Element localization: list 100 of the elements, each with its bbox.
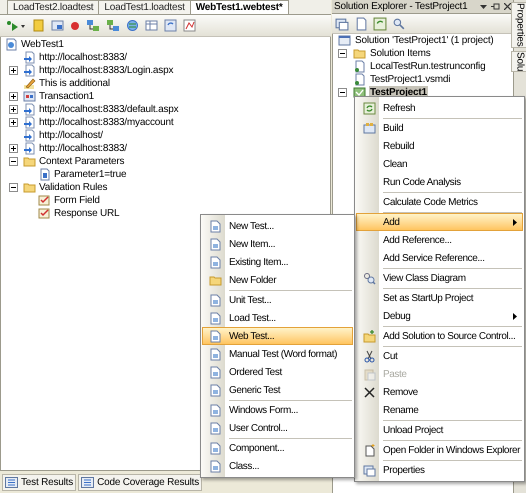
table-icon[interactable] xyxy=(145,19,158,32)
menu-item[interactable]: Web Test... xyxy=(202,327,353,345)
window-icon[interactable] xyxy=(51,19,64,32)
menu-item-label: View Class Diagram xyxy=(382,272,466,284)
menu-item[interactable]: Load Test... xyxy=(202,309,353,327)
menu-item[interactable]: Cut xyxy=(356,347,523,365)
menu-item-label: Rebuild xyxy=(382,140,414,152)
expand-icon[interactable] xyxy=(9,105,18,114)
document-icon xyxy=(208,238,222,250)
menu-item[interactable]: Run Code Analysis xyxy=(356,173,523,191)
menu-item[interactable]: View Class Diagram xyxy=(356,269,523,287)
tree-item[interactable]: This is additional xyxy=(36,77,110,90)
tree-item[interactable]: http://localhost:8383/ xyxy=(36,142,127,155)
menu-item-label: New Folder xyxy=(228,274,276,286)
menu-item[interactable]: Ordered Test xyxy=(202,363,353,381)
list-icon xyxy=(5,476,18,488)
tab-label: Test Results xyxy=(21,476,74,488)
menu-item[interactable]: Set as StartUp Project xyxy=(356,289,523,307)
tool-window-tab[interactable]: Code Coverage Results xyxy=(78,474,202,490)
menu-item[interactable]: Refresh xyxy=(356,99,523,117)
parameter-icon xyxy=(38,168,51,181)
properties-icon[interactable] xyxy=(335,16,349,30)
tree-item[interactable]: TestProject1.vsmdi xyxy=(369,73,452,86)
expand-icon[interactable] xyxy=(9,144,18,153)
expand-icon[interactable] xyxy=(9,118,18,127)
document-icon[interactable] xyxy=(354,16,368,30)
menu-item[interactable]: Unit Test... xyxy=(202,291,353,309)
menu-item[interactable]: Windows Form... xyxy=(202,401,353,419)
dropdown-icon[interactable] xyxy=(480,4,487,8)
menu-item-label: Cut xyxy=(382,350,398,362)
side-tab[interactable]: Solu xyxy=(510,50,526,72)
tree-item[interactable]: http://localhost:8383/myaccount xyxy=(36,116,174,129)
document-tab[interactable]: LoadTest2.loadtest xyxy=(7,0,100,14)
tree-item[interactable]: Response URL xyxy=(51,207,120,220)
pencil-icon xyxy=(23,77,36,90)
tree-item[interactable]: WebTest1 xyxy=(18,38,64,51)
magnifier-icon xyxy=(362,272,376,284)
panel-title: Solution Explorer - TestProject1 xyxy=(334,0,468,13)
document-icon xyxy=(208,404,222,416)
document-tab[interactable]: LoadTest1.loadtest xyxy=(98,0,191,14)
tree-item[interactable]: http://localhost/ xyxy=(36,129,103,142)
tree-item[interactable]: Transaction1 xyxy=(36,90,94,103)
menu-item[interactable]: Rebuild xyxy=(356,137,523,155)
menu-item-label: Component... xyxy=(228,442,284,454)
record-icon[interactable] xyxy=(70,20,80,30)
menu-item[interactable]: Build xyxy=(356,119,523,137)
expand-icon[interactable] xyxy=(9,66,18,75)
menu-item-label: Existing Item... xyxy=(228,256,288,268)
run-icon[interactable] xyxy=(6,20,26,32)
globe-icon[interactable] xyxy=(126,19,139,32)
menu-item[interactable]: Existing Item... xyxy=(202,253,353,271)
menu-item[interactable]: User Control... xyxy=(202,419,353,437)
menu-item[interactable]: Open Folder in Windows Explorer xyxy=(356,441,523,459)
collapse-icon[interactable] xyxy=(338,88,347,97)
menu-item-label: Paste xyxy=(382,368,407,380)
tree-item[interactable]: Solution 'TestProject1' (1 project) xyxy=(354,34,495,47)
tree-item[interactable]: Form Field xyxy=(51,194,100,207)
menu-item[interactable]: Add xyxy=(356,213,523,231)
tree-item[interactable]: Parameter1=true xyxy=(51,168,126,181)
close-icon[interactable] xyxy=(504,3,511,10)
menu-item[interactable]: Class... xyxy=(202,457,353,475)
collapse-icon[interactable] xyxy=(338,49,347,58)
collapse-icon[interactable] xyxy=(9,183,18,192)
side-tab[interactable]: Properties xyxy=(510,2,526,48)
tree-item[interactable]: Validation Rules xyxy=(36,181,108,194)
menu-item[interactable]: Manual Test (Word format) xyxy=(202,345,353,363)
expand-icon[interactable] xyxy=(9,92,18,101)
collapse-icon[interactable] xyxy=(9,157,18,166)
pin-icon[interactable] xyxy=(491,3,500,10)
menu-item[interactable]: Unload Project xyxy=(356,421,523,439)
menu-item[interactable]: New Test... xyxy=(202,217,353,235)
menu-item[interactable]: Component... xyxy=(202,439,353,457)
menu-item[interactable]: Calculate Code Metrics xyxy=(356,193,523,211)
tree-item[interactable]: Solution Items xyxy=(369,47,432,60)
menu-item[interactable]: Debug xyxy=(356,307,523,325)
tree-item[interactable]: LocalTestRun.testrunconfig xyxy=(369,60,486,73)
menu-item[interactable]: Rename xyxy=(356,401,523,419)
document-icon xyxy=(208,460,222,472)
folder-icon xyxy=(353,47,366,60)
menu-item[interactable]: Add Solution to Source Control... xyxy=(356,327,523,345)
menu-item-label: Add Solution to Source Control... xyxy=(382,330,516,342)
tool-window-tab[interactable]: Test Results xyxy=(2,474,76,490)
menu-item[interactable]: Clean xyxy=(356,155,523,173)
tree-item[interactable]: http://localhost:8383/Login.aspx xyxy=(36,64,174,77)
tree-item[interactable]: http://localhost:8383/ xyxy=(36,51,127,64)
tree-item[interactable]: http://localhost:8383/default.aspx xyxy=(36,103,178,116)
menu-item[interactable]: Generic Test xyxy=(202,381,353,399)
menu-item-label: Add xyxy=(382,216,400,228)
menu-item[interactable]: New Folder xyxy=(202,271,353,289)
document-icon xyxy=(362,444,376,456)
build-icon xyxy=(362,122,376,134)
menu-item[interactable]: Properties xyxy=(356,461,523,479)
chart-icon[interactable] xyxy=(183,19,196,32)
document-tab[interactable]: WebTest1.webtest* xyxy=(190,0,289,14)
menu-item[interactable]: Add Service Reference... xyxy=(356,249,523,267)
tree-item[interactable]: Context Parameters xyxy=(36,155,124,168)
menu-item[interactable]: New Item... xyxy=(202,235,353,253)
menu-item[interactable]: Remove xyxy=(356,383,523,401)
menu-item[interactable]: Add Reference... xyxy=(356,231,523,249)
magnifier-icon[interactable] xyxy=(392,16,406,30)
